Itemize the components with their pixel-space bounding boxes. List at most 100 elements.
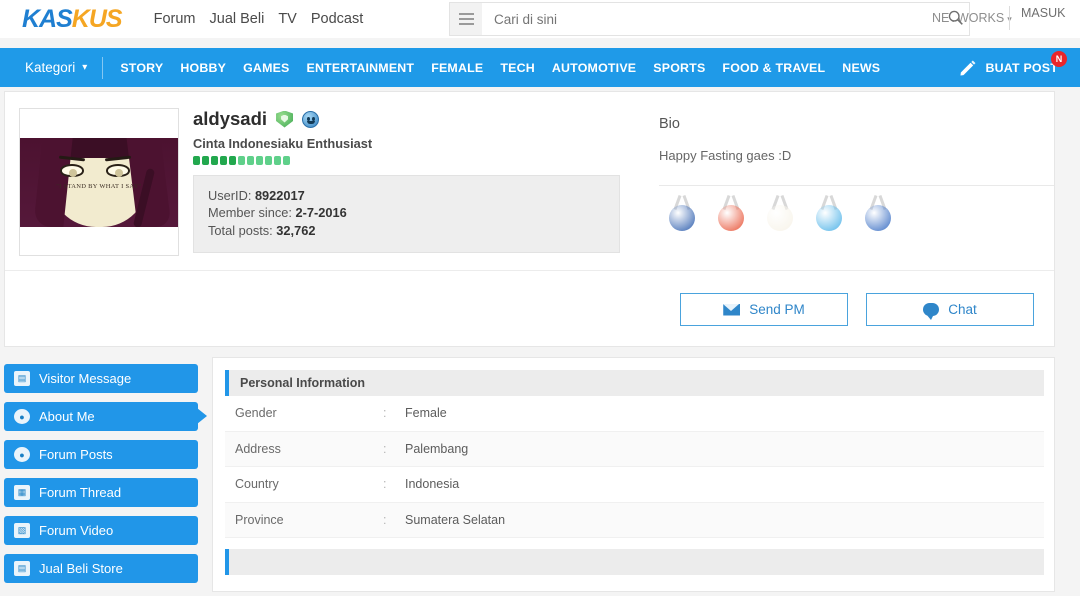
search-bar	[449, 2, 970, 36]
bio-title: Bio	[659, 116, 680, 132]
sidebar-item-about-me[interactable]: ● About Me	[4, 402, 207, 431]
username: aldysadi	[193, 108, 268, 129]
medal-orange-red[interactable]	[716, 194, 746, 231]
shield-badge-icon[interactable]	[276, 110, 294, 128]
sidebar-item-label: Forum Thread	[39, 485, 122, 500]
hamburger-icon[interactable]	[450, 3, 482, 35]
medal-list	[659, 194, 1054, 231]
stat-userid-label: UserID:	[208, 188, 252, 203]
medal-blue-red[interactable]	[863, 194, 893, 231]
create-post-button[interactable]: BUAT POST N	[958, 48, 1067, 87]
info-label: Province	[235, 512, 284, 527]
bio-section: Bio Happy Fasting gaes :D	[659, 108, 1054, 256]
stat-total-posts-value: 32,762	[276, 222, 316, 238]
search-icon[interactable]	[947, 9, 964, 26]
sidebar-item-jual-beli-store[interactable]: ▤ Jual Beli Store	[4, 554, 198, 583]
envelope-icon	[723, 303, 741, 316]
create-post-label: BUAT POST	[985, 60, 1058, 75]
reputation-dot	[193, 156, 200, 165]
cat-female[interactable]: FEMALE	[431, 61, 483, 75]
note-icon: ▤	[14, 371, 30, 386]
info-colon: :	[383, 406, 387, 421]
kaskus-logo[interactable]: KASKUS	[22, 4, 123, 34]
chat-bubble-icon	[923, 303, 940, 320]
table-row: Gender: Female	[225, 396, 1044, 432]
chat-button[interactable]: Chat	[866, 293, 1034, 326]
cat-hobby[interactable]: HOBBY	[180, 61, 226, 75]
top-nav-tv[interactable]: TV	[278, 11, 297, 27]
category-divider	[102, 56, 104, 79]
sidebar-item-forum-thread[interactable]: ▦ Forum Thread	[4, 478, 198, 507]
info-colon: :	[383, 477, 387, 492]
networks-label: NETWORKS	[932, 11, 1005, 25]
info-label: Address	[235, 441, 281, 456]
stat-total-posts-label: Total posts:	[208, 222, 273, 238]
sidebar-item-label: Jual Beli Store	[39, 561, 123, 576]
top-nav-jual-beli[interactable]: Jual Beli	[210, 11, 265, 27]
user-title: Cinta Indonesiaku Enthusiast	[193, 136, 373, 151]
avatar-image: "I STAND BY WHAT I SAY"	[20, 137, 178, 227]
login-button[interactable]: MASUK	[1021, 6, 1065, 20]
info-label: Country	[235, 477, 279, 492]
personal-information-table: Gender: Female Address: Palembang Country: In…	[225, 396, 1044, 538]
info-value: Sumatera Selatan	[405, 512, 506, 527]
avatar[interactable]: "I STAND BY WHAT I SAY"	[19, 108, 179, 256]
cat-entertainment[interactable]: ENTERTAINMENT	[307, 61, 415, 75]
cat-story[interactable]: STORY	[120, 61, 163, 75]
profile-panel: "I STAND BY WHAT I SAY" aldysadi Cinta I…	[4, 91, 1055, 347]
info-colon: :	[383, 441, 387, 456]
stat-userid-value: 8922017	[254, 188, 305, 203]
lower-section: ▤ Visitor Message ● About Me ● Forum Posts ▦ Fo…	[4, 357, 1055, 592]
cat-food-travel[interactable]: FOOD & TRAVEL	[722, 61, 825, 75]
sidebar-item-label: Visitor Message	[39, 371, 132, 386]
medal-light-blue[interactable]	[814, 194, 844, 231]
reputation-dot	[247, 156, 254, 165]
send-pm-label: Send PM	[749, 302, 805, 317]
sidebar-item-visitor-message[interactable]: ▤ Visitor Message	[4, 364, 198, 393]
person-icon: ●	[14, 409, 30, 424]
sidebar-item-forum-video[interactable]: ▧ Forum Video	[4, 516, 198, 545]
secondary-section-header	[225, 549, 1044, 575]
pencil-icon	[959, 60, 975, 76]
stat-member-since: Member since: 2-7-2016	[208, 204, 605, 221]
header-divider	[1009, 6, 1010, 30]
avatar-eye-left	[60, 163, 84, 177]
stat-userid: UserID: 8922017	[208, 187, 605, 204]
top-header: KASKUS Forum Jual Beli TV Podcast NETWOR…	[0, 0, 1080, 38]
networks-dropdown[interactable]: NETWORKS▾	[932, 11, 1012, 25]
smiley-badge-icon[interactable]	[302, 110, 320, 128]
top-nav: Forum Jual Beli TV Podcast	[154, 11, 364, 27]
table-row: Country: Indonesia	[225, 467, 1044, 503]
reputation-dot	[256, 156, 263, 165]
medal-blue-purple[interactable]	[667, 194, 697, 231]
cat-sports[interactable]: SPORTS	[653, 61, 705, 75]
top-nav-podcast[interactable]: Podcast	[311, 11, 363, 27]
sidebar-item-forum-posts[interactable]: ● Forum Posts	[4, 440, 198, 469]
cat-games[interactable]: GAMES	[243, 61, 289, 75]
stat-total-posts: Total posts: 32,762	[208, 222, 605, 239]
page-body: "I STAND BY WHAT I SAY" aldysadi Cinta I…	[0, 87, 1080, 592]
info-value: Indonesia	[405, 477, 460, 492]
cat-news[interactable]: NEWS	[842, 61, 880, 75]
stat-member-since-label: Member since:	[208, 205, 292, 221]
send-pm-button[interactable]: Send PM	[680, 293, 848, 326]
category-links: STORY HOBBY GAMES ENTERTAINMENT FEMALE T…	[120, 61, 880, 75]
category-nav: Kategori ▾ STORY HOBBY GAMES ENTERTAINME…	[0, 48, 1080, 87]
medal-white-circle[interactable]	[765, 194, 795, 231]
clapperboard-icon: ▧	[14, 523, 30, 538]
reputation-dot	[229, 156, 236, 165]
notification-badge: N	[1051, 51, 1067, 67]
sidebar-item-label: Forum Video	[39, 523, 114, 538]
reputation-dot	[274, 156, 281, 165]
stat-member-since-value: 2-7-2016	[295, 205, 347, 221]
cat-automotive[interactable]: AUTOMOTIVE	[552, 61, 636, 75]
table-row: Address: Palembang	[225, 431, 1044, 467]
info-label: Gender	[235, 406, 277, 421]
info-value: Female	[405, 406, 447, 421]
kategori-dropdown[interactable]: Kategori ▾	[25, 60, 87, 75]
search-input[interactable]	[482, 3, 969, 35]
cat-tech[interactable]: TECH	[500, 61, 535, 75]
profile-info: aldysadi Cinta Indonesiaku Enthusiast Us…	[193, 108, 639, 256]
top-nav-forum[interactable]: Forum	[154, 11, 196, 27]
logo-kas-text: KAS	[22, 4, 73, 33]
